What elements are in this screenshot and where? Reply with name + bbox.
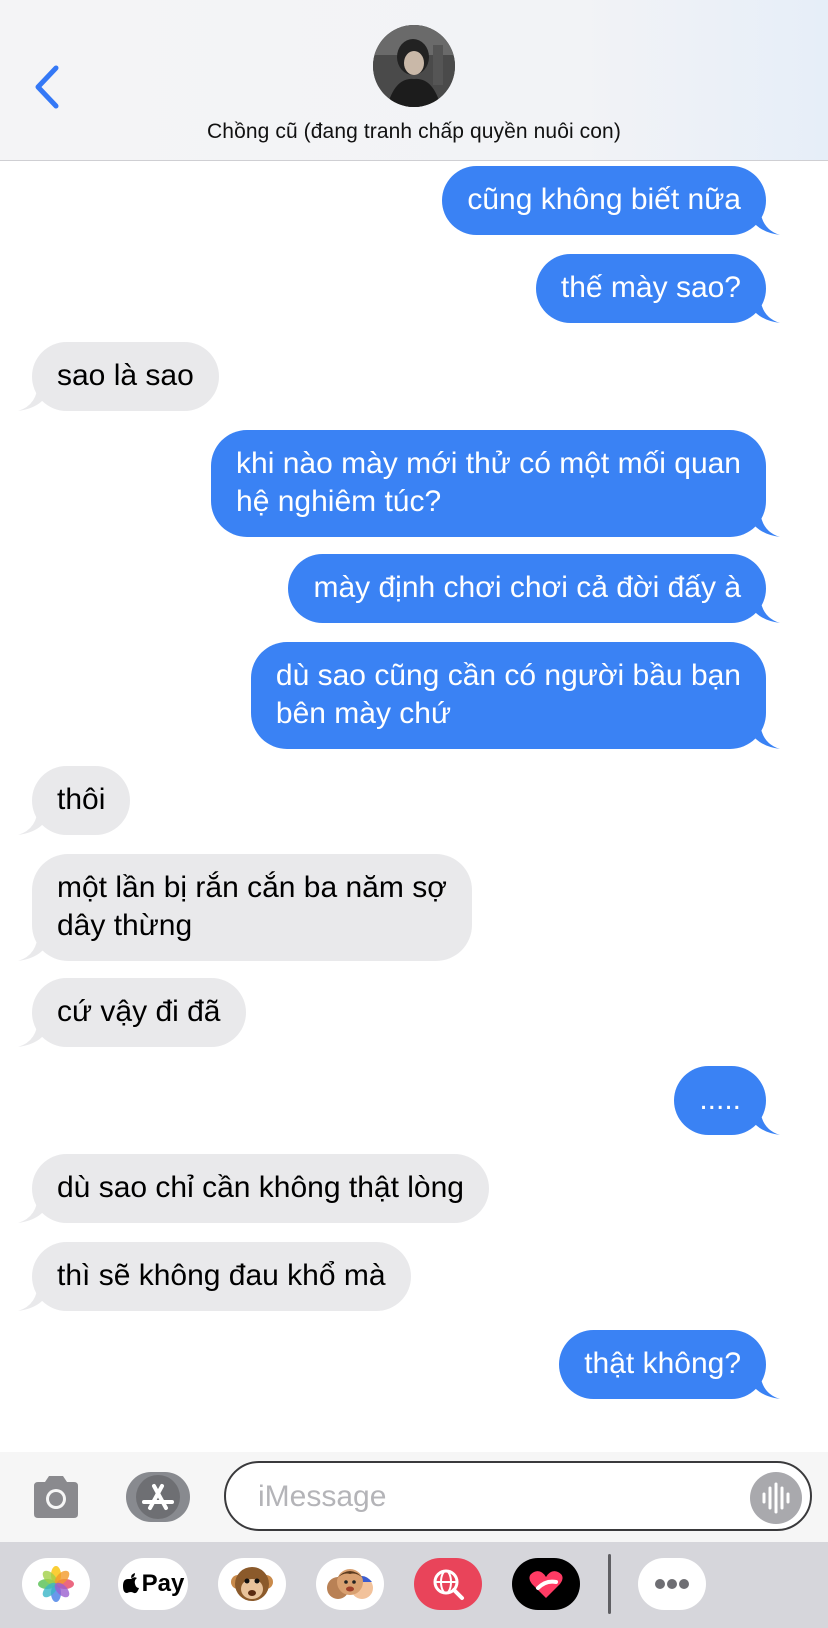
web-search-app-button[interactable] xyxy=(414,1558,482,1610)
animoji-app-button[interactable] xyxy=(218,1558,286,1610)
message-sent[interactable]: thật không? xyxy=(559,1330,780,1399)
back-chevron-icon[interactable] xyxy=(28,62,68,112)
message-received[interactable]: dù sao chỉ cần không thật lòng xyxy=(18,1154,489,1223)
app-store-button[interactable] xyxy=(126,1472,190,1522)
message-sent[interactable]: cũng không biết nữa xyxy=(442,166,780,235)
bubble-tail xyxy=(746,1105,780,1135)
more-apps-button[interactable] xyxy=(638,1558,706,1610)
apple-logo-icon xyxy=(122,1573,139,1594)
message-input[interactable] xyxy=(256,1473,720,1521)
message-bubble: dù sao chỉ cần không thật lòng xyxy=(32,1154,489,1223)
waveform-icon xyxy=(762,1482,790,1514)
message-bubble: khi nào mày mới thử có một mối quan hệ n… xyxy=(211,430,766,537)
more-icon xyxy=(655,1579,689,1589)
message-sent[interactable]: khi nào mày mới thử có một mối quan hệ n… xyxy=(211,430,780,537)
monkey-animoji-icon xyxy=(231,1567,273,1601)
photos-icon xyxy=(38,1566,74,1602)
message-bubble: mày định chơi chơi cả đời đấy à xyxy=(288,554,766,623)
bubble-tail xyxy=(18,1281,52,1311)
bubble-tail xyxy=(18,381,52,411)
message-bubble: cũng không biết nữa xyxy=(442,166,766,235)
message-sent[interactable]: mày định chơi chơi cả đời đấy à xyxy=(288,554,780,623)
message-bubble: dù sao cũng cần có người bầu bạn bên mày… xyxy=(250,642,766,749)
photos-app-button[interactable] xyxy=(22,1558,90,1610)
apple-pay-icon: Pay xyxy=(118,1558,188,1610)
bubble-tail xyxy=(18,805,52,835)
contact-avatar[interactable] xyxy=(373,25,455,107)
message-sent[interactable]: dù sao cũng cần có người bầu bạn bên mày… xyxy=(250,642,780,749)
compose-bar xyxy=(0,1452,828,1542)
avatar-photo xyxy=(373,25,455,107)
app-store-icon xyxy=(136,1475,180,1519)
bubble-tail xyxy=(18,1193,52,1223)
contact-name[interactable]: Chồng cũ (đang tranh chấp quyền nuôi con… xyxy=(0,120,828,144)
message-received[interactable]: thì sẽ không đau khổ mà xyxy=(18,1242,411,1311)
bubble-tail xyxy=(746,593,780,623)
bubble-tail xyxy=(746,507,780,537)
apple-pay-label: Pay xyxy=(141,1570,185,1597)
message-bubble: cứ vậy đi đã xyxy=(32,978,246,1047)
message-received[interactable]: thôi xyxy=(18,766,131,835)
message-sent[interactable]: ..... xyxy=(674,1066,780,1135)
memoji-icon xyxy=(327,1569,373,1599)
bubble-tail xyxy=(746,205,780,235)
bubble-tail xyxy=(18,1017,52,1047)
conversation-header: Chồng cũ (đang tranh chấp quyền nuôi con… xyxy=(0,0,828,161)
bubble-tail xyxy=(746,293,780,323)
memoji-app-button[interactable] xyxy=(316,1558,384,1610)
message-bubble: thế mày sao? xyxy=(535,254,766,323)
message-bubble: sao là sao xyxy=(32,342,219,411)
drawer-separator xyxy=(608,1554,611,1614)
message-received[interactable]: cứ vậy đi đã xyxy=(18,978,246,1047)
message-received[interactable]: một lần bị rắn cắn ba năm sợ dây thừng xyxy=(18,854,472,961)
message-thread[interactable]: cũng không biết nữa thế mày sao? sao là … xyxy=(0,160,828,1452)
bubble-tail xyxy=(746,1369,780,1399)
message-received[interactable]: sao là sao xyxy=(18,342,219,411)
message-bubble: thì sẽ không đau khổ mà xyxy=(32,1242,411,1311)
audio-message-button[interactable] xyxy=(750,1472,802,1524)
digital-touch-icon xyxy=(529,1571,563,1598)
digital-touch-app-button[interactable] xyxy=(512,1558,580,1610)
apple-pay-app-button[interactable]: Pay xyxy=(118,1558,188,1610)
app-drawer: Pay xyxy=(0,1542,828,1628)
message-bubble: thật không? xyxy=(559,1330,766,1399)
message-bubble: một lần bị rắn cắn ba năm sợ dây thừng xyxy=(32,854,472,961)
imessage-field[interactable] xyxy=(224,1461,812,1531)
bubble-tail xyxy=(746,719,780,749)
bubble-tail xyxy=(18,931,52,961)
message-sent[interactable]: thế mày sao? xyxy=(535,254,780,323)
camera-icon[interactable] xyxy=(30,1474,82,1520)
web-search-icon xyxy=(433,1569,464,1600)
